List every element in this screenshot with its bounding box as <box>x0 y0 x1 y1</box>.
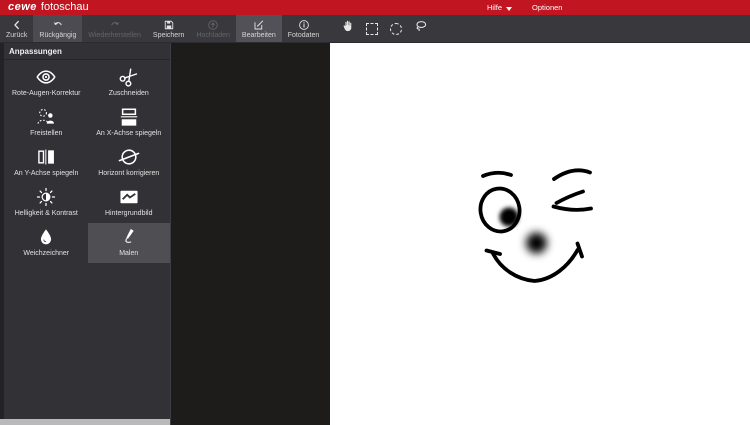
chevron-left-icon <box>11 18 23 31</box>
red-eye-icon <box>35 66 57 88</box>
sidebar-item-freistellen[interactable]: Freistellen <box>5 103 88 143</box>
save-button[interactable]: Speichern <box>147 15 191 42</box>
blur-drop-icon <box>37 226 55 248</box>
wink-upper-stroke <box>554 189 585 205</box>
upload-icon <box>207 18 219 31</box>
logo-product: fotoschau <box>40 1 89 13</box>
menu-hilfe[interactable]: Hilfe <box>487 3 513 12</box>
hand-icon <box>343 20 352 32</box>
edit-icon <box>253 18 265 31</box>
sidebar-item-malen[interactable]: Malen <box>87 223 170 263</box>
menu-optionen[interactable]: Optionen <box>532 3 562 12</box>
undo-button[interactable]: Rückgängig <box>33 15 83 42</box>
canvas-dark-area <box>170 43 330 425</box>
horizon-icon <box>118 146 140 168</box>
photo-canvas[interactable] <box>330 43 750 425</box>
mouth-smile <box>491 248 580 283</box>
sidebar-item-rote-augen-korrektur[interactable]: Rote-Augen-Korrektur <box>5 63 88 103</box>
titlebar-menu: Hilfe Optionen <box>487 0 562 15</box>
menu-hilfe-label: Hilfe <box>487 3 503 12</box>
lasso-icon <box>416 21 427 32</box>
rectangle-select-tool[interactable] <box>366 22 379 35</box>
undo-icon <box>51 18 65 31</box>
cutout-person-icon <box>36 106 56 128</box>
sidebar-item-helligkeit-kontrast[interactable]: Helligkeit & Kontrast <box>5 183 88 223</box>
back-button[interactable]: Zurück <box>0 15 33 42</box>
left-eye <box>478 186 522 234</box>
upload-button[interactable]: Hochladen <box>190 15 235 42</box>
brightness-contrast-icon <box>36 186 56 208</box>
ellipse-select-tool[interactable] <box>390 22 403 35</box>
wink-lower-stroke <box>551 204 593 212</box>
nose-dot <box>526 232 547 254</box>
photo-info-button[interactable]: Fotodaten <box>282 15 326 42</box>
app-window: cewe fotoschau Hilfe Optionen Zurück Rüc… <box>0 0 750 425</box>
logo-brand: cewe <box>8 1 37 13</box>
save-icon <box>163 18 175 31</box>
chevron-down-icon <box>506 6 513 11</box>
main-area: Anpassungen Rote-Augen-Korrektur Zuschne… <box>0 43 750 425</box>
flip-y-icon <box>36 146 56 168</box>
mouth-right-tick <box>575 241 584 259</box>
sidebar-item-x-achse-spiegeln[interactable]: An X-Achse spiegeln <box>88 103 171 143</box>
menu-optionen-label: Optionen <box>532 3 563 12</box>
paint-pen-icon <box>119 226 139 248</box>
sidebar-item-weichzeichner[interactable]: Weichzeichner <box>5 223 88 263</box>
background-image-icon <box>118 186 140 208</box>
right-eyebrow <box>552 168 592 181</box>
selection-tool-group <box>341 15 428 42</box>
redo-button[interactable]: Wiederherstellen <box>82 15 147 42</box>
left-pupil <box>499 207 519 227</box>
scissors-icon <box>119 66 139 88</box>
adjustments-sidebar: Anpassungen Rote-Augen-Korrektur Zuschne… <box>0 43 170 425</box>
edit-button[interactable]: Bearbeiten <box>235 15 282 42</box>
toolbar: Zurück Rückgängig Wiederherstellen Speic… <box>0 15 750 43</box>
left-eyebrow <box>481 170 513 178</box>
sidebar-item-zuschneiden[interactable]: Zuschneiden <box>88 63 171 103</box>
redo-icon <box>108 18 122 31</box>
titlebar: cewe fotoschau Hilfe Optionen <box>0 0 750 15</box>
sidebar-item-horizont-korrigieren[interactable]: Horizont korrigieren <box>88 143 171 183</box>
sidebar-item-y-achse-spiegeln[interactable]: An Y-Achse spiegeln <box>5 143 88 183</box>
lasso-select-tool[interactable] <box>414 19 428 38</box>
info-icon <box>298 18 310 31</box>
horizontal-scrollbar[interactable] <box>0 419 170 425</box>
app-logo: cewe fotoschau <box>8 0 89 15</box>
sidebar-item-hintergrundbild[interactable]: Hintergrundbild <box>88 183 171 223</box>
hand-tool[interactable] <box>341 19 354 38</box>
flip-x-icon <box>118 106 140 128</box>
adjustment-tool-grid: Rote-Augen-Korrektur Zuschneiden Freiste… <box>0 60 170 419</box>
smiley-face-drawing <box>478 168 593 283</box>
sidebar-title: Anpassungen <box>0 43 170 60</box>
